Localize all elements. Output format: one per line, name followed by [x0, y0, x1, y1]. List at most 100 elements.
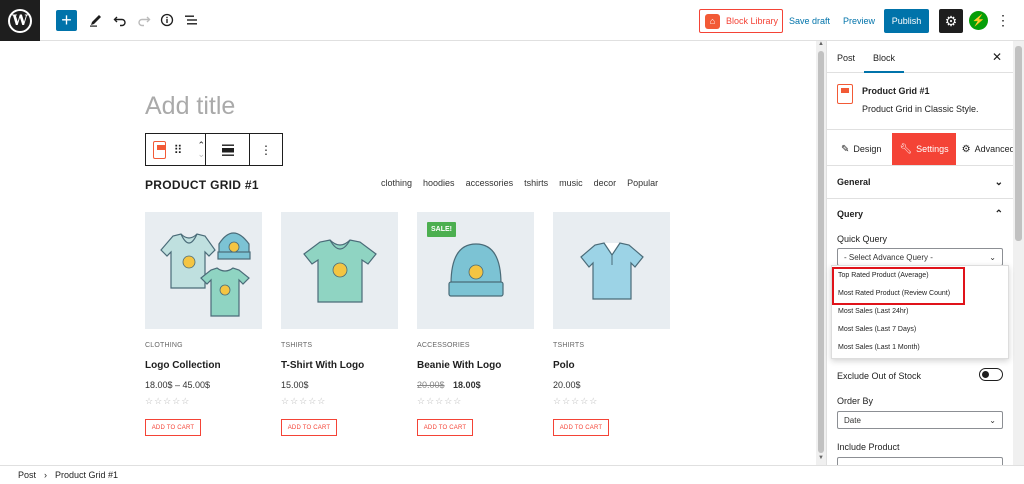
price-value: 18.00$ – 45.00$ — [145, 380, 211, 390]
block-options-icon[interactable]: ⋮ — [250, 134, 282, 165]
add-to-cart-button[interactable]: ADD TO CART — [281, 419, 337, 436]
wrench-icon: 🔧︎ — [899, 143, 913, 155]
order-by-label: Order By — [837, 396, 874, 406]
product-price: 20.00$ — [553, 380, 581, 390]
product-card: TSHIRTS Polo 20.00$ ☆☆☆☆☆ ADD TO CART — [553, 212, 670, 436]
filter-tshirts[interactable]: tshirts — [524, 178, 548, 188]
chevron-down-icon: ⌄ — [989, 415, 996, 425]
product-category: ACCESSORIES — [417, 342, 470, 349]
product-card: TSHIRTS T-Shirt With Logo 15.00$ ☆☆☆☆☆ A… — [281, 212, 398, 436]
preview-button[interactable]: Preview — [843, 16, 875, 26]
post-title-input[interactable]: Add title — [145, 92, 235, 121]
more-vertical-icon[interactable]: ⋮ — [996, 12, 1010, 29]
product-grid-block-icon[interactable] — [153, 140, 166, 159]
chevron-down-icon: ⌄ — [994, 177, 1003, 188]
rating-stars: ☆☆☆☆☆ — [553, 396, 599, 406]
dropdown-option[interactable]: Most Sales (Last 7 Days) — [838, 326, 916, 333]
tab-advanced[interactable]: ⚙ Advanced — [958, 133, 1013, 165]
breadcrumb-current[interactable]: Product Grid #1 — [55, 470, 118, 480]
general-panel-toggle[interactable]: General ⌄ — [837, 177, 1003, 188]
save-draft-button[interactable]: Save draft — [789, 16, 830, 26]
query-panel-title: Query — [837, 209, 864, 219]
tab-settings-label: Settings — [916, 144, 949, 154]
tab-design[interactable]: ✎ Design — [837, 133, 885, 165]
tab-settings[interactable]: 🔧︎ Settings — [892, 133, 956, 165]
tab-advanced-label: Advanced — [974, 144, 1013, 154]
product-grid-block-icon — [837, 84, 853, 104]
product-price: 15.00$ — [281, 380, 309, 390]
drag-handle-icon[interactable]: ⠿ — [174, 143, 183, 157]
order-by-select[interactable]: Date ⌄ — [837, 411, 1003, 429]
add-to-cart-button[interactable]: ADD TO CART — [145, 419, 201, 436]
dropdown-option[interactable]: Most Sales (Last 24hr) — [838, 308, 908, 315]
sale-badge: SALE! — [427, 222, 456, 237]
product-name[interactable]: T-Shirt With Logo — [281, 360, 364, 371]
sidebar-tabs: Post Block ✕ — [827, 41, 1013, 73]
list-view-icon[interactable] — [181, 10, 201, 30]
product-image[interactable] — [281, 212, 398, 329]
block-mover[interactable]: ⌃ ⌄ — [197, 140, 205, 159]
tab-post[interactable]: Post — [837, 53, 855, 63]
general-panel-title: General — [837, 177, 871, 187]
breadcrumb-separator: › — [44, 470, 48, 480]
old-price: 20.00$ — [417, 380, 445, 390]
redo-icon[interactable] — [134, 10, 154, 30]
editor-scrollbar[interactable]: ▲ ▼ — [816, 41, 826, 465]
rating-stars: ☆☆☆☆☆ — [281, 396, 327, 406]
filter-clothing[interactable]: clothing — [381, 178, 412, 188]
query-panel-toggle[interactable]: Query ⌃ — [837, 209, 1003, 220]
quick-query-select[interactable]: - Select Advance Query - ⌄ — [837, 248, 1003, 266]
sidebar-scrollbar[interactable] — [1013, 41, 1024, 465]
jetpack-icon[interactable]: ⚡ — [969, 11, 988, 30]
category-filters: clothing hoodies accessories tshirts mus… — [381, 178, 658, 188]
tab-design-label: Design — [853, 144, 882, 154]
move-down-icon[interactable]: ⌄ — [197, 149, 205, 159]
gear-icon: ⚙ — [961, 143, 971, 155]
product-name[interactable]: Logo Collection — [145, 360, 221, 371]
filter-decor[interactable]: decor — [594, 178, 617, 188]
filter-music[interactable]: music — [559, 178, 583, 188]
gear-icon[interactable]: ⚙ — [939, 9, 963, 33]
product-name[interactable]: Polo — [553, 360, 575, 371]
close-icon[interactable]: ✕ — [992, 50, 1002, 64]
pen-icon[interactable] — [86, 10, 106, 30]
dropdown-option[interactable]: Most Sales (Last 1 Month) — [838, 344, 920, 351]
filter-popular[interactable]: Popular — [627, 178, 658, 188]
product-card: SALE! ACCESSORIES Beanie With Logo 20.00… — [417, 212, 534, 436]
info-icon[interactable] — [157, 10, 177, 30]
product-image[interactable] — [145, 212, 262, 329]
align-icon[interactable] — [206, 134, 250, 165]
block-toolbar: ⠿ ⌃ ⌄ ⋮ — [145, 133, 283, 166]
block-description: Product Grid in Classic Style. — [862, 104, 979, 114]
publish-button[interactable]: Publish — [884, 9, 929, 33]
product-price: 18.00$ – 45.00$ — [145, 380, 210, 390]
product-image[interactable]: SALE! — [417, 212, 534, 329]
include-product-input[interactable] — [837, 457, 1003, 465]
product-name[interactable]: Beanie With Logo — [417, 360, 501, 371]
add-block-button[interactable]: + — [56, 10, 77, 31]
block-library-button[interactable]: ⌂ Block Library — [699, 9, 783, 33]
product-grid-heading: PRODUCT GRID #1 — [145, 178, 259, 192]
product-category: CLOTHING — [145, 342, 183, 349]
editor-canvas: Add title ⠿ ⌃ ⌄ ⋮ PRODUCT GRID #1 clothi… — [0, 41, 816, 465]
product-price: 20.00$ 18.00$ — [417, 380, 481, 390]
add-to-cart-button[interactable]: ADD TO CART — [417, 419, 473, 436]
breadcrumb-post[interactable]: Post — [18, 470, 36, 480]
undo-icon[interactable] — [110, 10, 130, 30]
block-library-label: Block Library — [726, 16, 779, 26]
block-title: Product Grid #1 — [862, 86, 930, 96]
quick-query-label: Quick Query — [837, 234, 888, 244]
filter-hoodies[interactable]: hoodies — [423, 178, 455, 188]
product-image[interactable] — [553, 212, 670, 329]
exclude-out-of-stock-toggle[interactable] — [979, 368, 1003, 381]
sale-price: 18.00$ — [453, 380, 481, 390]
product-card: CLOTHING Logo Collection 18.00$ – 45.00$… — [145, 212, 262, 436]
filter-accessories[interactable]: accessories — [466, 178, 514, 188]
order-by-value: Date — [844, 415, 861, 425]
add-to-cart-button[interactable]: ADD TO CART — [553, 419, 609, 436]
tab-block[interactable]: Block — [864, 53, 905, 73]
editor-top-bar: W + ⌂ Block Library Save draft Preview P… — [0, 0, 1024, 41]
wordpress-logo-icon[interactable]: W — [0, 0, 40, 41]
block-library-icon: ⌂ — [705, 13, 720, 29]
price-value: 20.00$ — [553, 380, 581, 390]
